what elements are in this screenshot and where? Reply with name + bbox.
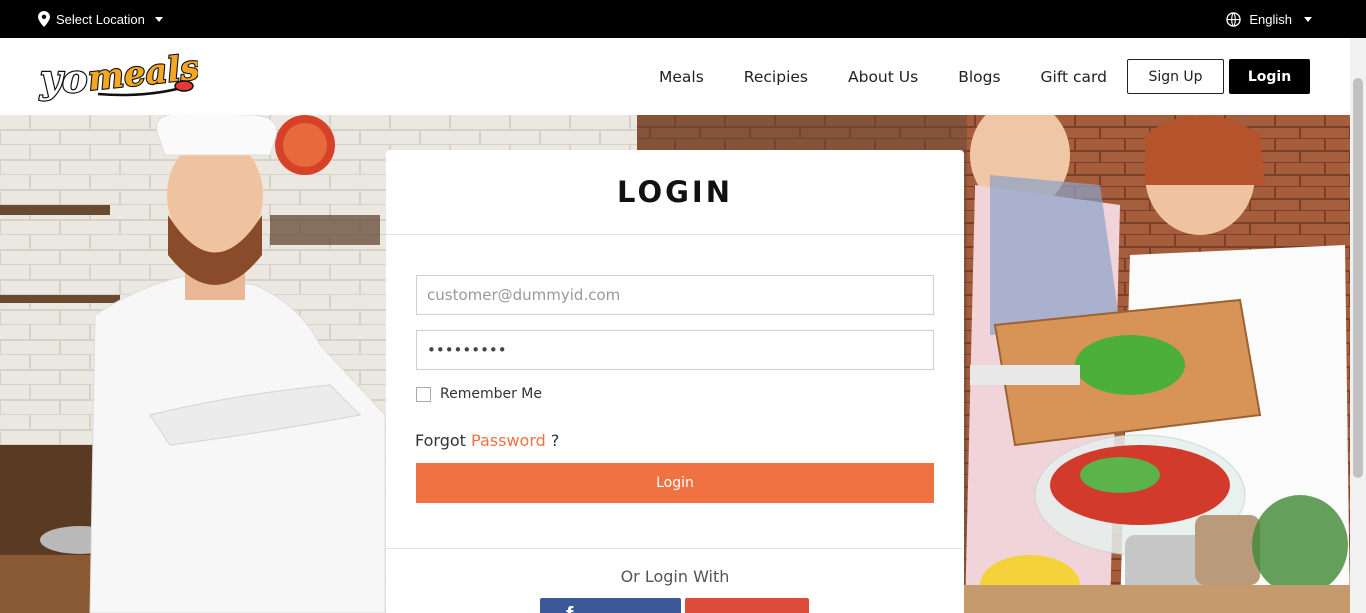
or-login-with-label: Or Login With: [620, 567, 730, 586]
language-selector[interactable]: English: [1226, 12, 1312, 27]
password-field[interactable]: [416, 330, 934, 370]
google-login-button[interactable]: [685, 598, 809, 613]
nav-blogs[interactable]: Blogs: [958, 68, 1000, 86]
forgot-prefix: Forgot: [415, 431, 466, 450]
login-submit-button[interactable]: Login: [416, 463, 934, 503]
chevron-down-icon: [1304, 17, 1312, 22]
language-label: English: [1249, 12, 1292, 27]
forgot-password: Forgot Password ?: [415, 431, 559, 450]
facebook-login-button[interactable]: f: [540, 598, 681, 613]
site-header: yo meals Meals Recipies About Us Blogs G…: [0, 38, 1350, 115]
remember-me-checkbox[interactable]: [416, 386, 431, 402]
header-login-button[interactable]: Login: [1229, 59, 1310, 94]
top-bar: Select Location English: [0, 0, 1366, 38]
remember-me: Remember Me: [416, 386, 542, 402]
scrollbar-thumb[interactable]: [1353, 78, 1363, 478]
globe-icon: [1226, 12, 1242, 27]
email-field[interactable]: [416, 275, 934, 315]
yomeals-logo[interactable]: yo meals: [38, 46, 203, 108]
nav-gift-card[interactable]: Gift card: [1041, 68, 1107, 86]
divider: [386, 548, 964, 549]
location-pin-icon: [38, 11, 50, 27]
sign-up-button[interactable]: Sign Up: [1127, 59, 1224, 94]
location-label: Select Location: [56, 11, 145, 27]
login-card: LOGIN Remember Me Forgot Password ? Logi…: [386, 150, 964, 613]
remember-me-label: Remember Me: [440, 386, 542, 402]
forgot-password-link[interactable]: Password: [471, 431, 546, 450]
main-nav: Meals Recipies About Us Blogs Gift card …: [659, 59, 1310, 94]
facebook-icon: f: [566, 602, 573, 613]
page-scrollbar[interactable]: [1350, 38, 1366, 613]
nav-recipies[interactable]: Recipies: [744, 68, 808, 86]
forgot-suffix: ?: [550, 431, 560, 450]
svg-text:yo: yo: [39, 56, 87, 101]
login-title: LOGIN: [386, 150, 964, 235]
nav-meals[interactable]: Meals: [659, 68, 704, 86]
select-location-button[interactable]: Select Location: [38, 11, 163, 27]
chevron-down-icon: [154, 16, 163, 22]
nav-about-us[interactable]: About Us: [848, 68, 918, 86]
